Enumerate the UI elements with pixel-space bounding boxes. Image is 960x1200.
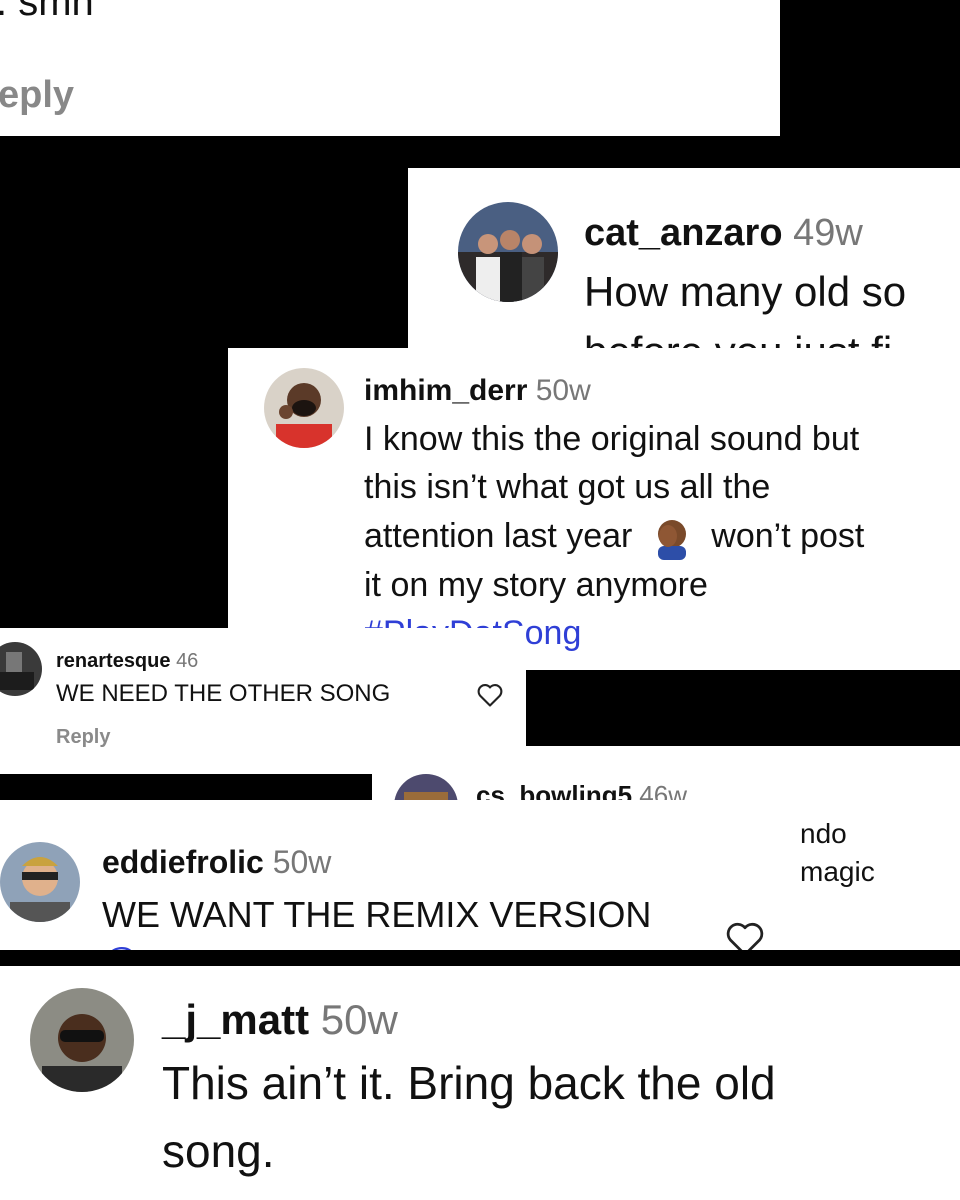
username[interactable]: cat_anzaro [584,212,783,254]
avatar[interactable] [0,842,80,922]
comment-text: WE NEED THE OTHER SONG [56,680,391,707]
username[interactable]: _j_matt [162,996,309,1043]
comment-header: cat_anzaro 49w [584,212,863,255]
comment-text-fragment: before you just fi [584,328,892,348]
heart-icon[interactable] [724,920,766,950]
comment-text-line: attention last year won’t post [364,516,864,560]
comment-card-j-matt: _j_matt 50w This ain’t it. Bring back th… [0,966,960,1200]
face-palm-icon [650,516,694,560]
comment-header: imhim_derr 50w [364,374,591,408]
comment-card-imhim-derr: imhim_derr 50w I know this the original … [228,348,960,670]
mention-link[interactable]: @ ... ... [102,940,219,950]
comment-header: renartesque 46 [56,650,198,673]
comment-text-line: This ain’t it. Bring back the old [162,1057,776,1109]
timestamp: 50w [535,374,591,407]
reply-button[interactable]: eply [0,74,74,117]
comment-text-line: it on my story anymore [364,566,708,604]
avatar[interactable] [458,202,558,302]
comment-text: WE WANT THE REMIX VERSION [102,894,652,935]
timestamp: 50w [272,844,332,880]
comment-text-fragment: ndo [800,818,847,849]
comment-header: eddiefrolic 50w [102,844,331,881]
timestamp: 50w [320,996,398,1043]
heart-icon[interactable] [476,682,504,708]
comment-text-segment: won’t post [711,516,865,555]
avatar[interactable] [30,988,134,1092]
comment-text-line: I know this the original sound but [364,420,860,458]
comment-card-eddiefrolic: eddiefrolic 50w WE WANT THE REMIX VERSIO… [0,800,960,950]
comment-text-line: song. [162,1125,275,1177]
comment-header: _j_matt 50w [162,996,398,1044]
comment-card-cat-anzaro: cat_anzaro 49w How many old so before yo… [408,168,960,348]
username[interactable]: imhim_derr [364,374,527,407]
avatar[interactable] [264,368,344,448]
comment-text-fragment: magic [800,856,875,887]
timestamp: 49w [793,212,863,254]
comment-text-segment: attention last year [364,516,633,555]
username[interactable]: renartesque [56,650,171,672]
comment-card-top: . smh eply [0,0,780,136]
comment-text-fragment: . smh [0,0,94,24]
comment-text-line: this isn’t what got us all the [364,468,771,506]
comment-text: How many old so [584,268,907,315]
reply-button[interactable]: Reply [56,726,110,749]
timestamp: 46 [176,650,199,672]
username[interactable]: eddiefrolic [102,844,264,880]
avatar[interactable] [0,642,42,696]
